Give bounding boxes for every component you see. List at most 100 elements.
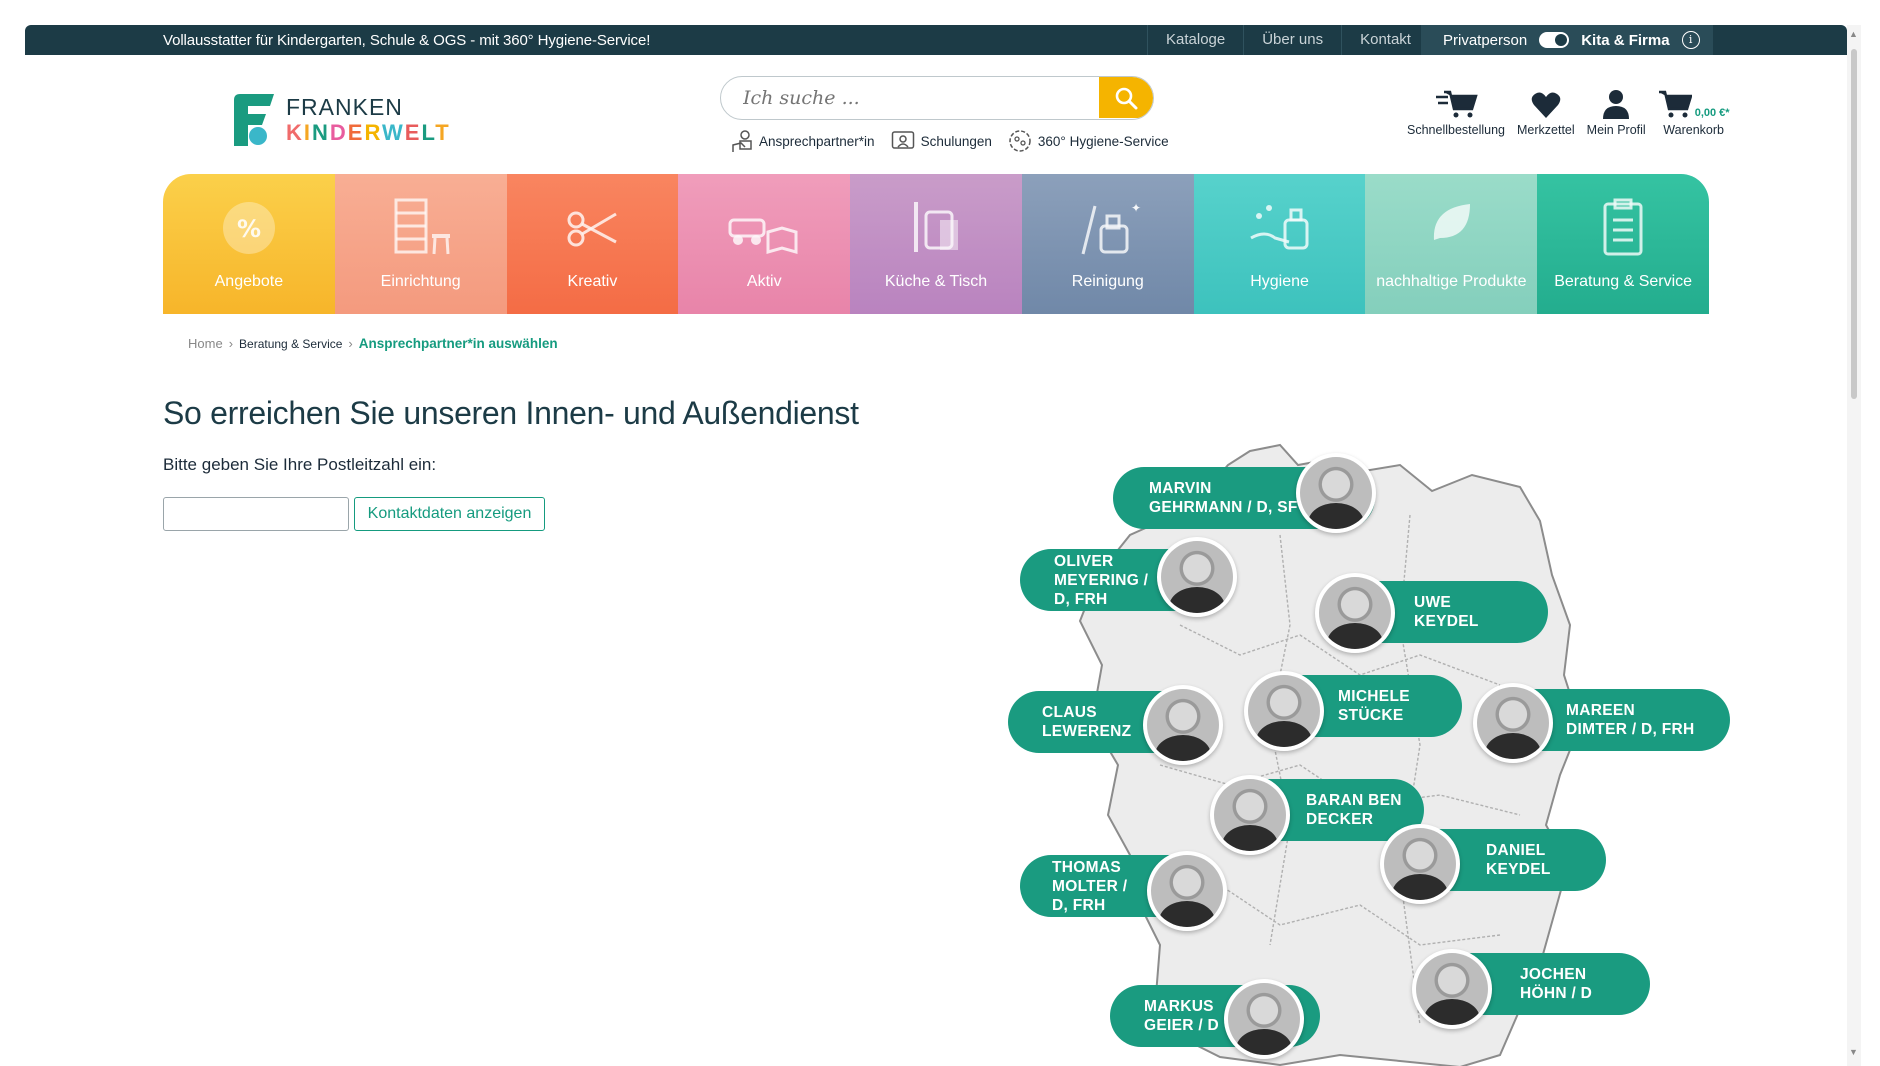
checklist-icon: [1603, 198, 1643, 256]
postal-code-label: Bitte geben Sie Ihre Postleitzahl ein:: [163, 455, 437, 474]
switch-label-business[interactable]: Kita & Firma: [1581, 32, 1669, 49]
scroll-up-arrow-icon[interactable]: ▲: [1849, 29, 1858, 39]
postal-code-input[interactable]: [163, 497, 349, 531]
contact-photo: [1210, 775, 1290, 855]
quick-order-button[interactable]: Schnellbestellung: [1407, 85, 1505, 137]
category-hygiene-label: Hygiene: [1250, 273, 1309, 290]
link-hygiene-service[interactable]: 360° Hygiene-Service: [1008, 129, 1169, 153]
category-nav: % Angebote Einrichtung Kreativ Aktiv Küc…: [163, 174, 1709, 314]
header-actions: Schnellbestellung Merkzettel Mein Profil…: [1407, 85, 1730, 137]
category-kueche-tisch[interactable]: Küche & Tisch: [850, 174, 1022, 314]
contact-name: JOCHEN HÖHN / D: [1520, 966, 1593, 1002]
svg-text:✦: ✦: [1131, 201, 1141, 215]
quick-order-cart-icon: [1436, 90, 1478, 118]
cart-icon: [1658, 90, 1692, 118]
profile-label: Mein Profil: [1586, 123, 1646, 137]
contact-photo-portrait: [1248, 675, 1320, 747]
category-einrichtung-label: Einrichtung: [380, 273, 461, 290]
contact-photo-portrait: [1214, 779, 1286, 851]
breadcrumb-home[interactable]: Home: [188, 336, 223, 351]
logo[interactable]: FRANKEN KINDERWELT: [230, 90, 450, 150]
hygiene-service-icon: [1009, 130, 1031, 152]
page-title: So erreichen Sie unseren Innen- und Auße…: [163, 395, 859, 431]
category-kreativ-label: Kreativ: [567, 273, 618, 290]
contact-name: OLIVER MEYERING / D, FRH: [1054, 552, 1149, 608]
link-ueber-uns[interactable]: Über uns: [1243, 25, 1341, 55]
link-schulungen[interactable]: Schulungen: [891, 129, 992, 153]
contact-name: CLAUS LEWERENZ: [1042, 704, 1132, 740]
category-aktiv[interactable]: Aktiv: [678, 174, 851, 314]
browser-page: Vollausstatter für Kindergarten, Schule …: [25, 25, 1847, 1066]
scissors-icon: [567, 211, 618, 247]
link-schulungen-label: Schulungen: [920, 133, 992, 149]
breadcrumb-current: Ansprechpartner*in auswählen: [358, 336, 558, 351]
category-reinigung[interactable]: ✦ Reinigung: [1021, 174, 1194, 314]
contact-name: MARKUS GEIER / D: [1144, 998, 1220, 1034]
discount-badge-icon: %: [222, 202, 275, 254]
contact-photo: [1473, 683, 1553, 763]
quick-order-label: Schnellbestellung: [1407, 123, 1505, 137]
cleaning-icon: ✦: [1081, 201, 1141, 255]
heart-icon: [1531, 92, 1561, 118]
category-kueche-tisch-label: Küche & Tisch: [884, 273, 988, 290]
contact-name: MICHELE STÜCKE: [1338, 688, 1410, 724]
contact-photo-portrait: [1416, 953, 1488, 1025]
svg-text:%: %: [237, 215, 261, 243]
cart-button[interactable]: 0,00 €* Warenkorb: [1658, 85, 1730, 137]
category-einrichtung[interactable]: Einrichtung: [334, 174, 507, 314]
furniture-icon: [394, 198, 450, 255]
link-kataloge[interactable]: Kataloge: [1147, 25, 1243, 55]
contact-name: MAREEN DIMTER / D, FRH: [1566, 702, 1695, 738]
contact-name: DANIEL KEYDEL: [1486, 842, 1551, 878]
top-links: Kataloge Über uns Kontakt: [1147, 25, 1429, 55]
breadcrumb-separator: ›: [228, 336, 234, 351]
logo-mark-icon: [234, 94, 274, 146]
link-ansprechpartner-label: Ansprechpartner*in: [759, 133, 875, 149]
contact-photo-portrait: [1151, 855, 1223, 927]
leaf-icon: [1434, 204, 1471, 240]
wishlist-button[interactable]: Merkzettel: [1517, 85, 1575, 137]
search-input[interactable]: [721, 77, 1101, 118]
wishlist-label: Merkzettel: [1517, 123, 1575, 137]
contact-name: UWE KEYDEL: [1414, 594, 1479, 630]
training-icon: [891, 131, 914, 149]
contact-photo-portrait: [1477, 687, 1549, 759]
customer-type-toggle[interactable]: [1539, 32, 1570, 48]
profile-button[interactable]: Mein Profil: [1587, 85, 1646, 137]
category-hygiene[interactable]: Hygiene: [1193, 174, 1366, 314]
page-scrollbar[interactable]: ▲ ▼: [1847, 25, 1861, 1066]
link-kontakt[interactable]: Kontakt: [1341, 25, 1429, 55]
hand-sanitizer-icon: [1249, 205, 1309, 250]
breadcrumb-separator: ›: [348, 336, 353, 351]
category-kreativ[interactable]: Kreativ: [506, 174, 679, 314]
toys-books-icon: [728, 218, 798, 254]
breadcrumb-section[interactable]: Beratung & Service: [239, 337, 342, 351]
contact-photo: [1143, 685, 1223, 765]
logo-text-kinderwelt: KINDERWELT: [286, 120, 451, 145]
search-icon: [1115, 87, 1138, 109]
contact-photo-portrait: [1228, 983, 1300, 1055]
link-hygiene-service-label: 360° Hygiene-Service: [1037, 133, 1169, 149]
switch-label-private[interactable]: Privatperson: [1443, 32, 1527, 49]
link-ansprechpartner[interactable]: Ansprechpartner*in: [731, 129, 875, 153]
show-contact-button[interactable]: Kontaktdaten anzeigen: [354, 497, 545, 531]
search-bar: [720, 76, 1154, 120]
scrollbar-thumb[interactable]: [1851, 49, 1857, 399]
contact-photo: [1380, 824, 1460, 904]
contact-photo: [1157, 537, 1237, 617]
category-beratung-service[interactable]: Beratung & Service: [1537, 174, 1709, 314]
contact-photo: [1244, 671, 1324, 751]
category-angebote[interactable]: % Angebote: [163, 174, 335, 314]
contact-photo: [1147, 851, 1227, 931]
cart-value: 0,00 €*: [1694, 107, 1730, 119]
contact-photo: [1315, 573, 1395, 653]
promo-text: Vollausstatter für Kindergarten, Schule …: [163, 32, 651, 49]
contact-name: BARAN BEN DECKER: [1306, 792, 1402, 828]
customer-type-switch: Privatperson Kita & Firma i: [1421, 25, 1713, 55]
kitchen-icon: [914, 202, 959, 252]
info-icon[interactable]: i: [1681, 31, 1700, 49]
scroll-down-arrow-icon[interactable]: ▼: [1849, 1047, 1858, 1057]
category-nachhaltige-produkte[interactable]: nachhaltige Produkte: [1365, 174, 1538, 314]
search-button[interactable]: [1099, 77, 1153, 118]
contact-photo-portrait: [1384, 828, 1456, 900]
